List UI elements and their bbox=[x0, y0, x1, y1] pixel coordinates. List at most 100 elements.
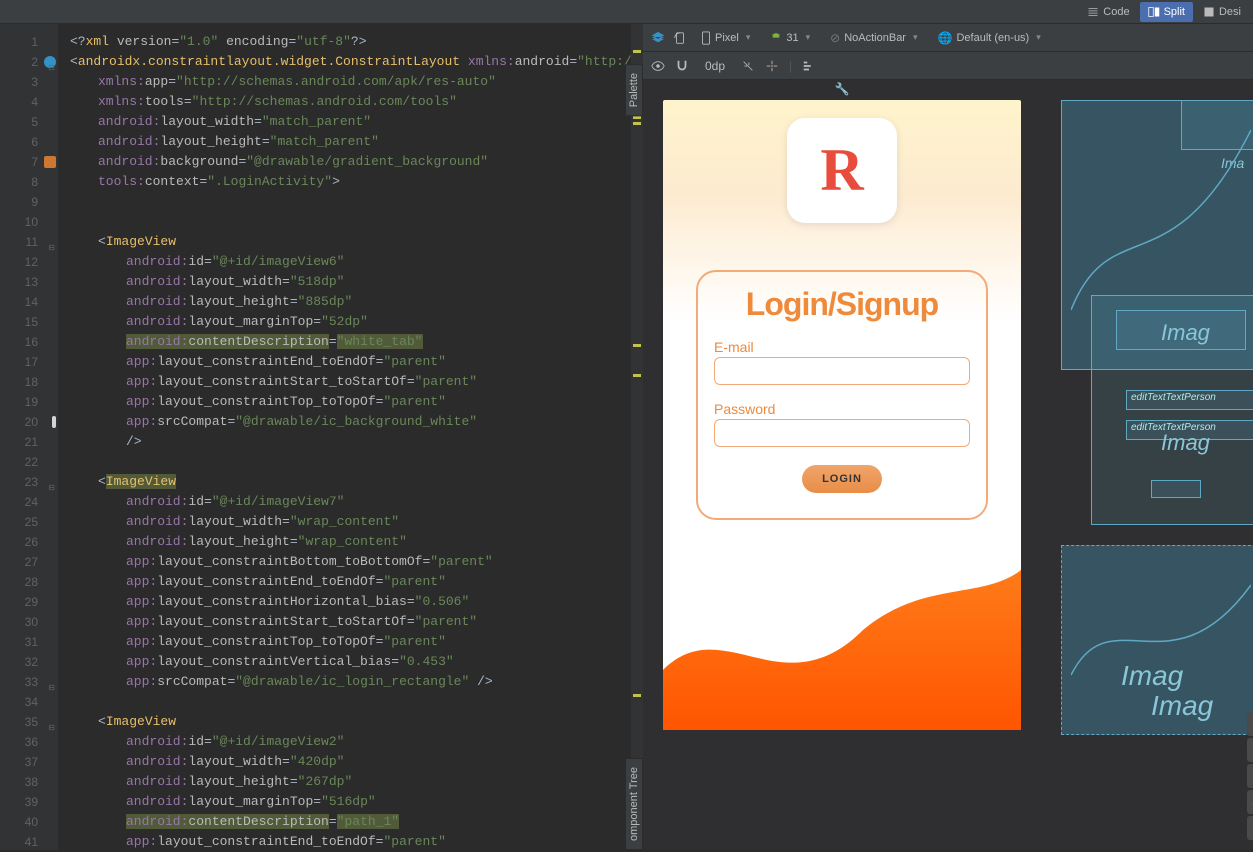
error-stripe-mark[interactable] bbox=[633, 694, 641, 697]
fold-icon[interactable]: ⊟ bbox=[46, 718, 55, 727]
gutter-line[interactable]: 27 bbox=[0, 552, 58, 572]
error-stripe-mark[interactable] bbox=[633, 374, 641, 377]
view-split-button[interactable]: Split bbox=[1140, 2, 1193, 22]
gutter-line[interactable]: 28 bbox=[0, 572, 58, 592]
gutter-line[interactable]: 19 bbox=[0, 392, 58, 412]
blueprint-preview[interactable]: Ima Imag editTextTextPerson editTextText… bbox=[1061, 100, 1253, 730]
gutter-line[interactable]: 12 bbox=[0, 252, 58, 272]
gutter-line[interactable]: 20 bbox=[0, 412, 58, 432]
gutter-line[interactable]: 34 bbox=[0, 692, 58, 712]
code-line[interactable]: app:layout_constraintTop_toTopOf="parent… bbox=[58, 392, 631, 412]
gutter-line[interactable]: 2⊟ bbox=[0, 52, 58, 72]
fold-icon[interactable]: ⊟ bbox=[46, 238, 55, 247]
gutter-line[interactable]: 24 bbox=[0, 492, 58, 512]
code-line[interactable] bbox=[58, 192, 631, 212]
code-line[interactable]: <ImageView bbox=[58, 232, 631, 252]
code-line[interactable]: xmlns:tools="http://schemas.android.com/… bbox=[58, 92, 631, 112]
api-selector[interactable]: 31 bbox=[764, 30, 816, 46]
code-line[interactable]: <?xml version="1.0" encoding="utf-8"?> bbox=[58, 32, 631, 52]
orientation-icon[interactable] bbox=[673, 31, 687, 45]
zoom-out-button[interactable]: − bbox=[1247, 764, 1253, 788]
view-design-button[interactable]: Desi bbox=[1195, 2, 1249, 22]
code-line[interactable]: app:layout_constraintEnd_toEndOf="parent… bbox=[58, 572, 631, 592]
gutter-line[interactable]: 13 bbox=[0, 272, 58, 292]
component-tree-tab[interactable]: omponent Tree bbox=[625, 758, 643, 850]
code-line[interactable]: tools:context=".LoginActivity"> bbox=[58, 172, 631, 192]
code-line[interactable]: app:layout_constraintVertical_bias="0.45… bbox=[58, 652, 631, 672]
code-line[interactable]: android:id="@+id/imageView2" bbox=[58, 732, 631, 752]
layers-icon[interactable] bbox=[651, 31, 665, 45]
clear-constraints-icon[interactable] bbox=[741, 59, 755, 73]
login-button[interactable]: LOGIN bbox=[802, 465, 882, 493]
code-line[interactable]: app:layout_constraintHorizontal_bias="0.… bbox=[58, 592, 631, 612]
gutter-line[interactable]: 36 bbox=[0, 732, 58, 752]
error-stripe-mark[interactable] bbox=[633, 116, 641, 119]
gutter-line[interactable]: 40 bbox=[0, 812, 58, 832]
code-line[interactable]: android:id="@+id/imageView6" bbox=[58, 252, 631, 272]
gutter-line[interactable]: 10 bbox=[0, 212, 58, 232]
email-input[interactable] bbox=[714, 357, 970, 385]
password-input[interactable] bbox=[714, 419, 970, 447]
code-line[interactable]: app:layout_constraintTop_toTopOf="parent… bbox=[58, 632, 631, 652]
gutter-line[interactable]: 6 bbox=[0, 132, 58, 152]
code-line[interactable]: android:contentDescription="path_1" bbox=[58, 812, 631, 832]
gutter-line[interactable]: 23⊟ bbox=[0, 472, 58, 492]
code-line[interactable]: xmlns:app="http://schemas.android.com/ap… bbox=[58, 72, 631, 92]
error-stripe-mark[interactable] bbox=[633, 344, 641, 347]
magnet-icon[interactable] bbox=[675, 59, 689, 73]
code-line[interactable]: app:layout_constraintBottom_toBottomOf="… bbox=[58, 552, 631, 572]
theme-selector[interactable]: ⊘ NoActionBar bbox=[824, 29, 923, 47]
code-line[interactable]: android:layout_height="wrap_content" bbox=[58, 532, 631, 552]
gutter-line[interactable]: 18 bbox=[0, 372, 58, 392]
gutter-line[interactable]: 21 bbox=[0, 432, 58, 452]
gutter-line[interactable]: 1 bbox=[0, 32, 58, 52]
code-line[interactable]: android:layout_height="885dp" bbox=[58, 292, 631, 312]
gutter-line[interactable]: 17 bbox=[0, 352, 58, 372]
gutter-line[interactable]: 8 bbox=[0, 172, 58, 192]
code-line[interactable]: android:layout_marginTop="516dp" bbox=[58, 792, 631, 812]
code-line[interactable] bbox=[58, 452, 631, 472]
gutter-line[interactable]: 25 bbox=[0, 512, 58, 532]
error-stripe[interactable] bbox=[631, 24, 643, 850]
code-line[interactable]: app:layout_constraintEnd_toEndOf="parent… bbox=[58, 832, 631, 850]
code-line[interactable] bbox=[58, 692, 631, 712]
gutter-line[interactable]: 32 bbox=[0, 652, 58, 672]
zoom-fit-button[interactable] bbox=[1247, 816, 1253, 840]
gutter-line[interactable]: 5 bbox=[0, 112, 58, 132]
code-line[interactable]: android:contentDescription="white_tab" bbox=[58, 332, 631, 352]
view-code-button[interactable]: Code bbox=[1079, 2, 1137, 22]
code-line[interactable] bbox=[58, 212, 631, 232]
infer-constraints-icon[interactable] bbox=[765, 59, 779, 73]
code-line[interactable]: android:layout_width="518dp" bbox=[58, 272, 631, 292]
gutter-line[interactable]: 30 bbox=[0, 612, 58, 632]
gutter-marker-icon[interactable] bbox=[52, 416, 56, 428]
gutter-line[interactable]: 29 bbox=[0, 592, 58, 612]
code-line[interactable]: app:srcCompat="@drawable/ic_login_rectan… bbox=[58, 672, 631, 692]
gutter-line[interactable]: 3 bbox=[0, 72, 58, 92]
code-line[interactable]: app:srcCompat="@drawable/ic_background_w… bbox=[58, 412, 631, 432]
editor-gutter[interactable]: 12⊟34567891011⊟121314151617181920212223⊟… bbox=[0, 24, 58, 850]
guidelines-icon[interactable] bbox=[802, 59, 816, 73]
gutter-line[interactable]: 7 bbox=[0, 152, 58, 172]
code-line[interactable]: android:background="@drawable/gradient_b… bbox=[58, 152, 631, 172]
error-stripe-mark[interactable] bbox=[633, 122, 641, 125]
code-line[interactable]: /> bbox=[58, 432, 631, 452]
code-line[interactable]: android:layout_width="wrap_content" bbox=[58, 512, 631, 532]
code-line[interactable]: <ImageView bbox=[58, 472, 631, 492]
device-preview[interactable]: R Login/Signup E-mail Password LOGIN bbox=[663, 100, 1021, 730]
code-line[interactable]: android:id="@+id/imageView7" bbox=[58, 492, 631, 512]
device-selector[interactable]: Pixel bbox=[695, 29, 756, 47]
gutter-line[interactable]: 38 bbox=[0, 772, 58, 792]
palette-tab[interactable]: Palette bbox=[625, 64, 643, 116]
code-line[interactable]: android:layout_marginTop="52dp" bbox=[58, 312, 631, 332]
pan-button[interactable]: ✋ bbox=[1247, 712, 1253, 736]
gutter-line[interactable]: 35⊟ bbox=[0, 712, 58, 732]
gutter-line[interactable]: 15 bbox=[0, 312, 58, 332]
gutter-line[interactable]: 4 bbox=[0, 92, 58, 112]
error-stripe-mark[interactable] bbox=[633, 50, 641, 53]
gutter-line[interactable]: 39 bbox=[0, 792, 58, 812]
gutter-line[interactable]: 26 bbox=[0, 532, 58, 552]
gutter-line[interactable]: 37 bbox=[0, 752, 58, 772]
gutter-line[interactable]: 41 bbox=[0, 832, 58, 852]
code-area[interactable]: <?xml version="1.0" encoding="utf-8"?><a… bbox=[58, 24, 631, 850]
